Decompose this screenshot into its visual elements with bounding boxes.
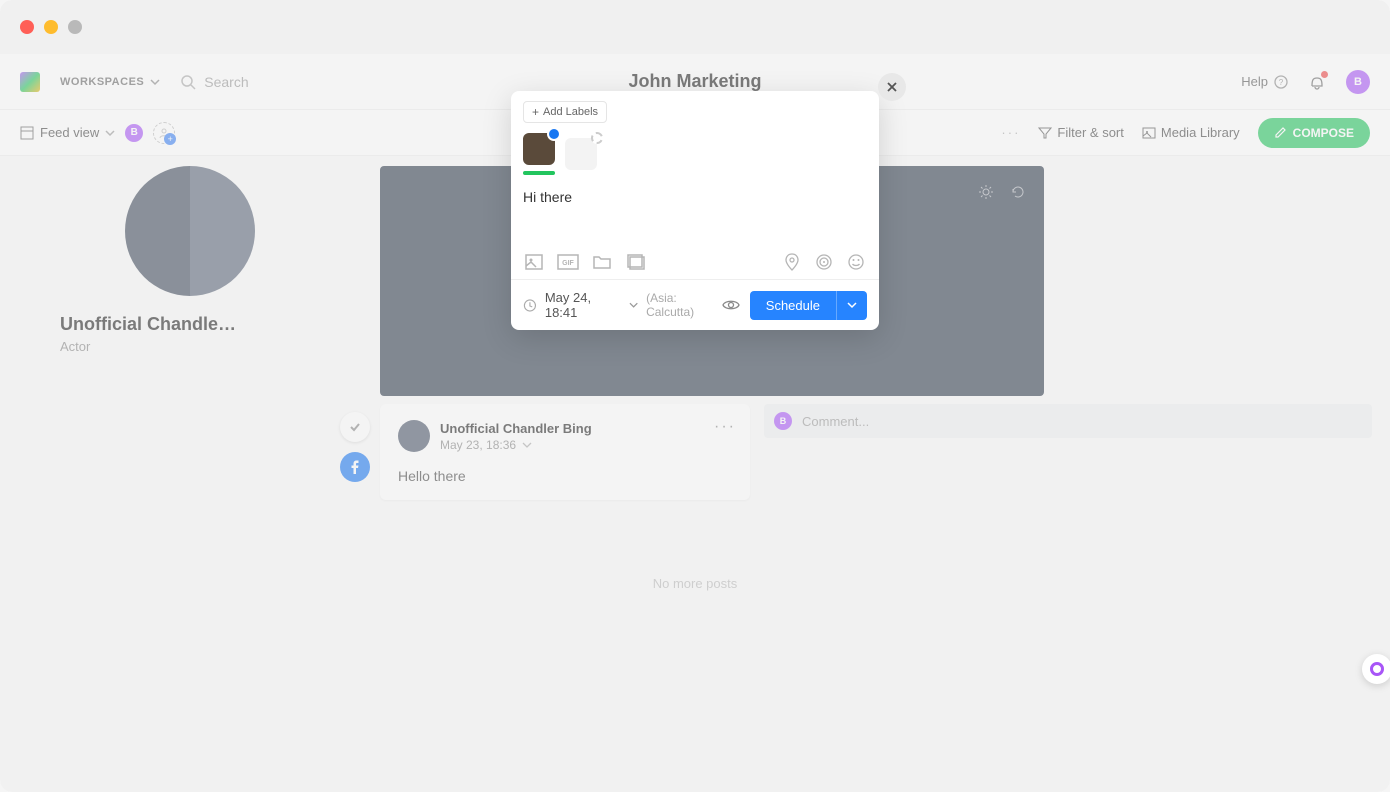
schedule-button[interactable]: Schedule <box>750 291 836 320</box>
svg-text:GIF: GIF <box>562 260 574 267</box>
add-gallery-button[interactable] <box>625 251 647 273</box>
widget-icon <box>1370 662 1384 676</box>
add-gif-button[interactable]: GIF <box>557 251 579 273</box>
compose-modal: + Add Labels Hi there <box>511 91 879 330</box>
window-minimize-button[interactable] <box>44 20 58 34</box>
account-selected-indicator <box>523 171 555 175</box>
compose-text-input[interactable]: Hi there <box>523 189 867 237</box>
schedule-date-input[interactable]: May 24, 18:41 <box>545 290 621 320</box>
gif-icon: GIF <box>557 252 579 272</box>
location-icon <box>783 253 801 271</box>
add-labels-button[interactable]: + Add Labels <box>523 101 607 123</box>
window-maximize-button[interactable] <box>68 20 82 34</box>
window-titlebar <box>0 0 1390 54</box>
add-account-slot[interactable] <box>565 138 597 170</box>
floating-help-widget[interactable] <box>1362 654 1390 684</box>
add-emoji-button[interactable] <box>845 251 867 273</box>
add-labels-text: Add Labels <box>543 106 598 118</box>
folder-icon <box>592 252 612 272</box>
chevron-down-icon <box>847 300 857 310</box>
selected-account-thumb[interactable] <box>523 133 555 165</box>
target-icon <box>815 253 833 271</box>
add-image-button[interactable] <box>523 251 545 273</box>
gallery-icon <box>626 252 646 272</box>
image-icon <box>524 252 544 272</box>
close-icon <box>886 81 898 93</box>
add-target-button[interactable] <box>813 251 835 273</box>
facebook-badge-icon <box>547 127 561 141</box>
add-folder-button[interactable] <box>591 251 613 273</box>
modal-close-button[interactable] <box>878 73 906 101</box>
schedule-dropdown-button[interactable] <box>836 291 867 320</box>
plus-icon: + <box>532 105 539 119</box>
chevron-down-icon[interactable] <box>629 300 638 310</box>
emoji-icon <box>847 253 865 271</box>
window-close-button[interactable] <box>20 20 34 34</box>
eye-icon <box>722 296 740 314</box>
timezone-text: (Asia: Calcutta) <box>646 291 722 319</box>
add-location-button[interactable] <box>781 251 803 273</box>
dashed-circle-icon <box>591 132 603 144</box>
preview-button[interactable] <box>722 296 740 314</box>
clock-icon <box>523 298 537 313</box>
